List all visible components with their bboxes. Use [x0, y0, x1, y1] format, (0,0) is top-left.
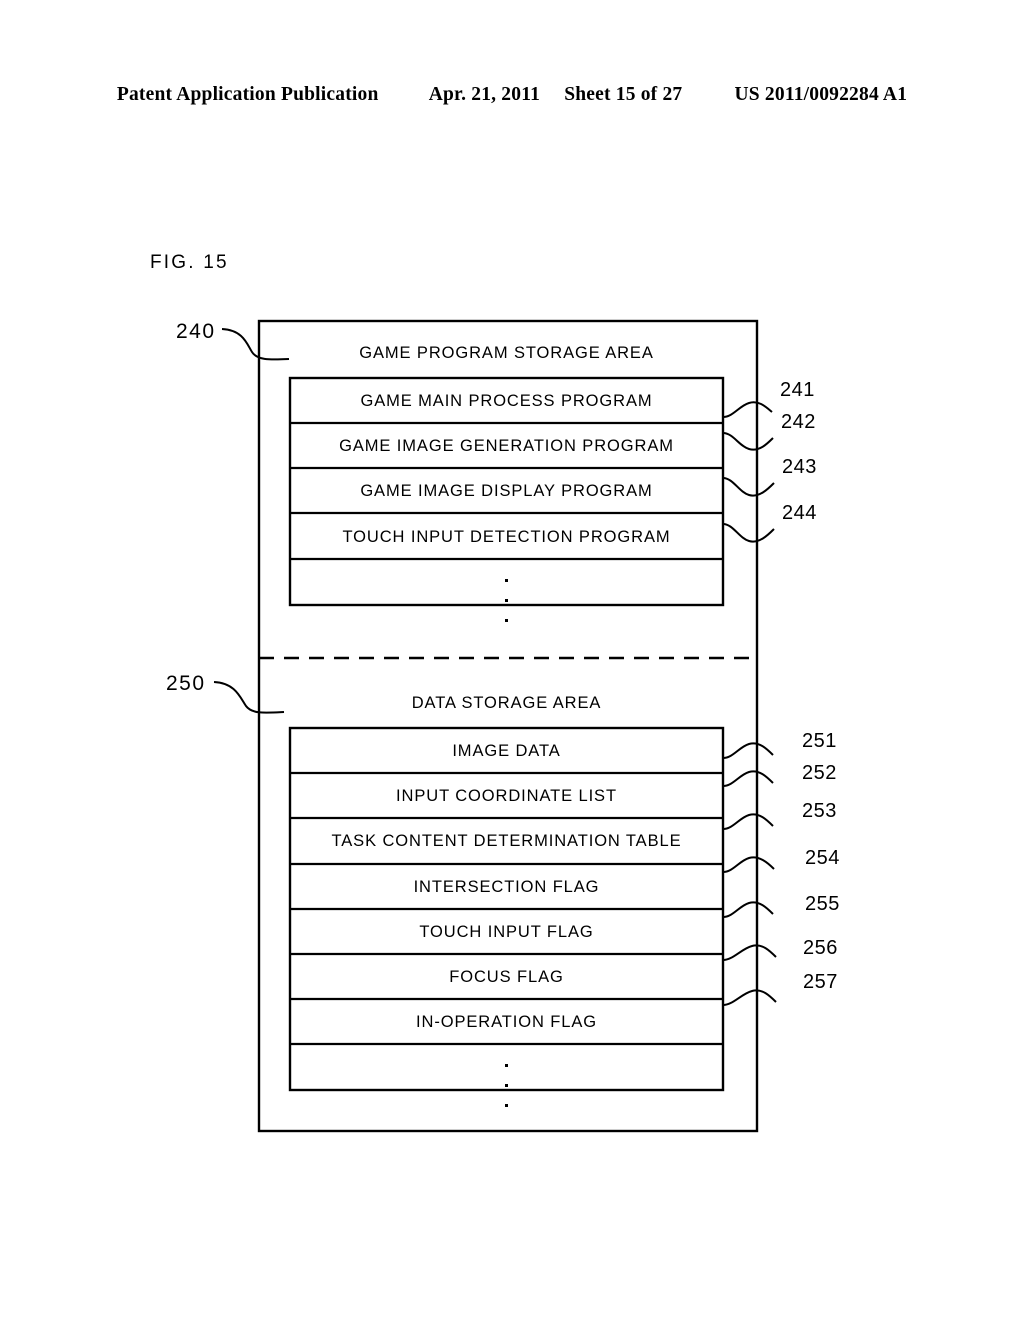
ref-number-253: 253: [802, 800, 837, 822]
leader-line-255: [722, 901, 774, 918]
leader-line-244: [722, 523, 775, 543]
data-table-border: [288, 726, 725, 1092]
ellipsis-dot: [505, 1064, 508, 1067]
leader-line-256: [722, 944, 777, 961]
leader-line-257: [722, 989, 777, 1006]
data-row-label-in-operation-flag: IN-OPERATION FLAG: [416, 1013, 597, 1031]
ref-number-241: 241: [780, 379, 815, 401]
program-row-label-game-main-process-program: GAME MAIN PROCESS PROGRAM: [360, 392, 653, 410]
data-row-label-touch-input-flag: TOUCH INPUT FLAG: [419, 923, 594, 941]
ref-number-240: 240: [176, 320, 216, 343]
ref-number-244: 244: [782, 502, 817, 524]
ellipsis-dot: [505, 579, 508, 582]
leader-line-253: [722, 813, 774, 830]
leader-line-250: [213, 681, 285, 714]
header-sheet-label: Sheet 15 of 27: [564, 84, 683, 105]
leader-line-254: [722, 856, 775, 873]
leader-line-242: [722, 432, 774, 451]
program-table-ellipsis: [290, 570, 723, 630]
ref-number-257: 257: [803, 971, 838, 993]
ref-number-254: 254: [805, 847, 840, 869]
leader-line-252: [722, 770, 774, 787]
program-row-label-touch-input-detection-program: TOUCH INPUT DETECTION PROGRAM: [342, 528, 671, 546]
leader-line-240: [221, 328, 290, 361]
header-publication-label: Patent Application Publication: [116, 84, 379, 105]
program-row-label-game-image-generation-program: GAME IMAGE GENERATION PROGRAM: [339, 437, 674, 455]
ellipsis-dot: [505, 599, 508, 602]
leader-line-251: [722, 742, 774, 759]
data-row-label-focus-flag: FOCUS FLAG: [449, 968, 564, 986]
data-row-label-input-coordinate-list: INPUT COORDINATE LIST: [396, 787, 617, 805]
ref-number-251: 251: [802, 730, 837, 752]
ref-number-250: 250: [166, 672, 206, 695]
figure-caption: FIG. 15: [150, 252, 229, 273]
data-row-label-image-data: IMAGE DATA: [452, 742, 561, 760]
ellipsis-dot: [505, 1084, 508, 1087]
ref-number-243: 243: [782, 456, 817, 478]
ref-number-242: 242: [781, 411, 816, 433]
data-row-label-intersection-flag: INTERSECTION FLAG: [413, 878, 600, 896]
leader-line-241: [722, 401, 773, 418]
header-patent-number: US 2011/0092284 A1: [734, 84, 908, 105]
ref-number-255: 255: [805, 893, 840, 915]
program-row-label-game-image-display-program: GAME IMAGE DISPLAY PROGRAM: [360, 482, 653, 500]
data-row-label-task-content-determination-table: TASK CONTENT DETERMINATION TABLE: [331, 832, 682, 850]
leader-line-243: [722, 477, 775, 497]
header-date-label: Apr. 21, 2011: [428, 84, 541, 105]
memory-map-diagram: [213, 319, 777, 1133]
ellipsis-dot: [505, 1104, 508, 1107]
ref-number-256: 256: [803, 937, 838, 959]
ref-number-252: 252: [802, 762, 837, 784]
program-storage-area-title: GAME PROGRAM STORAGE AREA: [359, 344, 654, 362]
page-header: Patent Application Publication Apr. 21, …: [0, 84, 1024, 106]
ellipsis-dot: [505, 619, 508, 622]
data-storage-area-title: DATA STORAGE AREA: [411, 694, 602, 712]
data-table-ellipsis: [290, 1055, 723, 1115]
